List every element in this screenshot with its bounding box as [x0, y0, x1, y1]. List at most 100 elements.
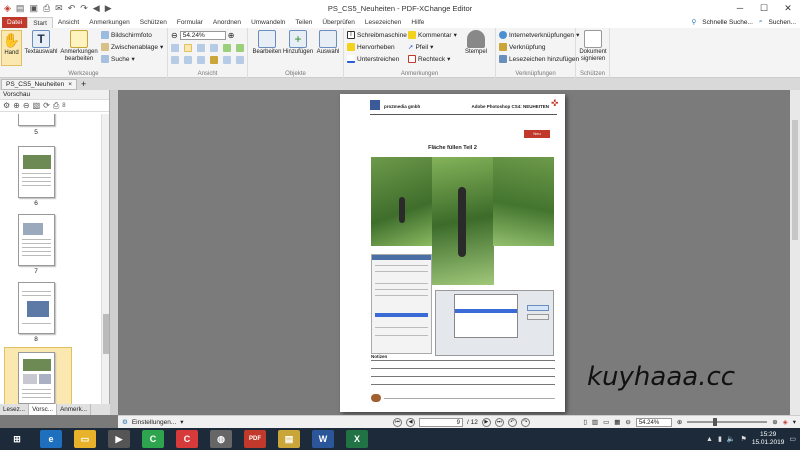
back-view-icon[interactable]: ↶: [507, 417, 517, 427]
tab-bookmarks[interactable]: Lesez...: [0, 404, 30, 415]
clock[interactable]: 15:29 15.01.2019: [752, 431, 785, 447]
tab-hilfe[interactable]: Hilfe: [406, 17, 429, 28]
rotate-page-icon[interactable]: ⟳: [43, 101, 50, 110]
page-number-input[interactable]: 9: [419, 417, 463, 427]
search-icon[interactable]: ⌕: [759, 18, 763, 26]
undo-icon[interactable]: ↶: [68, 3, 76, 14]
stamp-button[interactable]: Stempel: [460, 30, 492, 56]
prev-page-icon[interactable]: ◀: [406, 417, 415, 427]
notifications-icon[interactable]: ▭: [789, 435, 796, 443]
continuous-icon[interactable]: [184, 56, 192, 64]
ie-icon[interactable]: e: [40, 430, 62, 448]
forward-icon[interactable]: ▶: [105, 3, 112, 14]
search-label[interactable]: Suchen...: [769, 19, 796, 26]
page-thumbnail-current[interactable]: [18, 352, 55, 404]
fit-width-icon[interactable]: [197, 44, 205, 52]
sidebar-splitter[interactable]: [110, 90, 118, 415]
volume-icon[interactable]: 🔈: [727, 435, 736, 443]
hand-tool-button[interactable]: ✋ Hand: [1, 30, 22, 66]
continuous-facing-view-icon[interactable]: ▦: [614, 418, 620, 426]
zoom-out-thumbs-icon[interactable]: ⊖: [23, 101, 30, 110]
add-bookmark-button[interactable]: Lesezeichen hinzufügen: [499, 55, 579, 63]
tab-comments[interactable]: Anmerk...: [57, 404, 92, 415]
tab-thumbnails[interactable]: Vorsc...: [29, 404, 58, 415]
sidebar-scroll-thumb[interactable]: [103, 314, 109, 354]
maximize-button[interactable]: ☐: [752, 0, 776, 16]
first-page-icon[interactable]: ⏮: [393, 417, 402, 427]
tab-lesezeichen[interactable]: Lesezeichen: [360, 17, 407, 28]
minimize-button[interactable]: ─: [728, 0, 752, 16]
settings-button[interactable]: Einstellungen...: [132, 419, 176, 426]
actual-size-icon[interactable]: [171, 44, 179, 52]
word-icon[interactable]: W: [312, 430, 334, 448]
explorer-icon[interactable]: ▭: [74, 430, 96, 448]
zoom-out-icon[interactable]: ⊖: [171, 31, 178, 40]
mail-icon[interactable]: ✉: [55, 3, 63, 14]
camtasia-green-icon[interactable]: C: [142, 430, 164, 448]
underline-button[interactable]: Unterstreichen: [347, 55, 399, 63]
rotate-right-icon[interactable]: [236, 44, 244, 52]
network-icon[interactable]: ▮: [718, 435, 722, 443]
zoom-slider-knob[interactable]: [713, 418, 718, 426]
select-object-button[interactable]: Auswahl: [314, 30, 342, 56]
close-button[interactable]: ✕: [776, 0, 800, 16]
search-tool-button[interactable]: Suche ▾: [101, 55, 135, 63]
tab-start[interactable]: Start: [27, 17, 53, 28]
continuous-view-icon[interactable]: ▥: [592, 418, 598, 426]
zoom-field[interactable]: 54.24%: [179, 31, 226, 40]
quick-search-icon[interactable]: ⚲: [692, 18, 697, 26]
open-icon[interactable]: ▤: [16, 3, 25, 14]
tab-schuetzen[interactable]: Schützen: [135, 17, 172, 28]
tab-datei[interactable]: Datei: [2, 17, 28, 28]
print-pages-icon[interactable]: ⎙: [53, 101, 59, 111]
tab-ueberpruefen[interactable]: Überprüfen: [317, 17, 360, 28]
comment-button[interactable]: Kommentar ▾: [408, 31, 457, 39]
page-thumbnail[interactable]: [18, 146, 55, 198]
fit-visible-icon[interactable]: [210, 44, 218, 52]
close-tab-icon[interactable]: ×: [68, 80, 72, 89]
media-player-icon[interactable]: ▶: [108, 430, 130, 448]
tab-ansicht[interactable]: Ansicht: [53, 17, 84, 28]
pdf-xchange-taskbar-icon[interactable]: PDF: [244, 430, 266, 448]
link-icon[interactable]: [210, 56, 218, 64]
camtasia-red-icon[interactable]: C: [176, 430, 198, 448]
zoom-in-icon[interactable]: ⊕: [228, 31, 235, 40]
highlight-button[interactable]: Hervorheben: [347, 43, 395, 51]
clipboard-button[interactable]: Zwischenablage ▾: [101, 43, 163, 51]
typewriter-button[interactable]: T Schreibmaschine: [347, 31, 407, 39]
tab-teilen[interactable]: Teilen: [290, 17, 317, 28]
edit-comments-button[interactable]: Anmerkungen bearbeiten: [60, 30, 98, 63]
page-thumbnail[interactable]: [18, 114, 55, 126]
facing-view-icon[interactable]: ▭: [603, 418, 609, 426]
next-page-icon[interactable]: ▶: [481, 417, 491, 427]
excel-icon[interactable]: X: [346, 430, 368, 448]
start-button[interactable]: ⊞: [6, 430, 28, 448]
fit-page-icon[interactable]: [184, 44, 192, 52]
last-page-icon[interactable]: ⏭: [494, 417, 504, 427]
snapshot-button[interactable]: Bildschirmfoto: [101, 31, 152, 39]
arrow-button[interactable]: ➚ Pfeil ▾: [408, 43, 433, 52]
app-yellow-icon[interactable]: ▤: [278, 430, 300, 448]
tab-anmerkungen[interactable]: Anmerkungen: [84, 17, 134, 28]
page-thumbnail[interactable]: [18, 282, 55, 334]
rectangle-button[interactable]: Rechteck ▾: [408, 55, 450, 63]
split-icon[interactable]: [223, 56, 231, 64]
flag-icon[interactable]: ⚑: [741, 435, 747, 443]
tray-expand-icon[interactable]: ▲: [706, 436, 713, 443]
sidebar-scrollbar[interactable]: [101, 114, 109, 404]
rotate-left-icon[interactable]: [223, 44, 231, 52]
acrobat-icon[interactable]: ◈: [783, 418, 788, 426]
sign-document-button[interactable]: Dokument signieren: [577, 30, 609, 63]
tab-anordnen[interactable]: Anordnen: [208, 17, 246, 28]
back-icon[interactable]: ◀: [93, 3, 100, 14]
quick-search-label[interactable]: Schnelle Suche...: [702, 19, 753, 26]
zoom-out-icon[interactable]: ⊖: [625, 418, 630, 426]
expand-icon[interactable]: ▾: [793, 418, 796, 426]
zoom-in-icon[interactable]: ⊕: [677, 418, 682, 426]
zoom-in-slider-icon[interactable]: ⊕: [772, 418, 777, 426]
zoom-slider[interactable]: [687, 418, 768, 426]
fullscreen-icon[interactable]: [236, 56, 244, 64]
document-tab[interactable]: PS_CS5_Neuheiten ×: [1, 78, 77, 90]
forward-view-icon[interactable]: ↷: [520, 417, 530, 427]
zoom-select[interactable]: 54.24%: [635, 417, 672, 427]
